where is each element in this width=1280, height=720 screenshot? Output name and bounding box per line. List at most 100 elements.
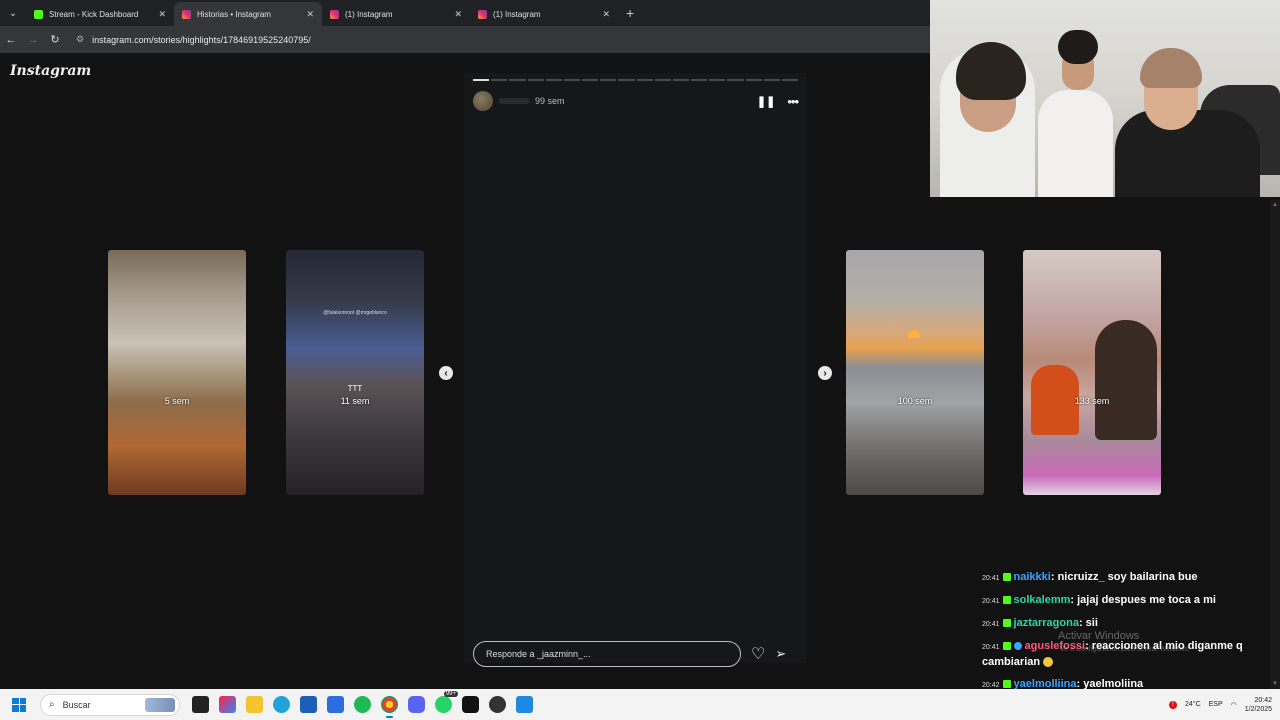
- chat-username[interactable]: solkalemm: [1014, 594, 1071, 606]
- chrome-icon[interactable]: [381, 696, 398, 718]
- pause-icon[interactable]: ❚❚: [757, 95, 775, 108]
- site-info-icon[interactable]: ⚙: [76, 34, 84, 45]
- url-text: instagram.com/stories/highlights/1784691…: [92, 34, 311, 45]
- progress-segment: [618, 79, 635, 81]
- store-icon[interactable]: [300, 696, 317, 713]
- tab-search-chevron-icon[interactable]: ⌄: [0, 0, 26, 26]
- tab-instagram-1[interactable]: (1) Instagram ✕: [322, 2, 470, 26]
- clock[interactable]: 20:42 1/2/2025: [1245, 696, 1272, 714]
- search-icon: ⌕: [49, 699, 55, 710]
- wifi-icon[interactable]: ◠: [1231, 701, 1237, 709]
- spotify-icon[interactable]: [354, 696, 371, 713]
- new-tab-button[interactable]: +: [626, 5, 634, 21]
- verified-badge-icon: [1013, 642, 1022, 651]
- chat-time: 20:41: [982, 644, 1000, 651]
- smile-emoji-icon: [1043, 657, 1054, 668]
- weather-alert-icon: !: [1168, 700, 1177, 709]
- system-tray: ! 24°C ESP ◠ 20:42 1/2/2025: [1168, 689, 1272, 720]
- chat-time: 20:41: [982, 575, 1000, 582]
- instagram-icon: [478, 9, 487, 19]
- app-icon[interactable]: [516, 696, 533, 713]
- progress-segment: [709, 79, 726, 81]
- story-time: 11 sem: [340, 396, 370, 406]
- kick-badge-icon: [1002, 680, 1011, 689]
- chat-time: 20:41: [982, 621, 1000, 628]
- close-icon[interactable]: ✕: [158, 9, 166, 20]
- hair-shape: [1140, 48, 1202, 88]
- send-icon[interactable]: ➢: [775, 646, 786, 662]
- sunset-shape: [908, 330, 920, 338]
- chat-message: 20:41 solkalemm: jajaj despues me toca a …: [982, 593, 1267, 609]
- url-field[interactable]: ⚙ instagram.com/stories/highlights/17846…: [70, 29, 922, 50]
- chat-message: 20:41 naikkki: nicruizz_ soy bailarina bu…: [982, 570, 1267, 586]
- language-indicator[interactable]: ESP: [1209, 701, 1223, 708]
- kick-badge-icon: [1002, 619, 1011, 628]
- windows-taskbar: ⌕ Buscar 99+ ! 24°C ESP ◠ 20:42 1/2/2025: [0, 689, 1280, 720]
- side-story-3[interactable]: 100 sem: [846, 250, 984, 495]
- tab-instagram-2[interactable]: (1) Instagram ✕: [470, 2, 618, 26]
- discord-icon[interactable]: [408, 696, 425, 713]
- chat-time: 20:42: [982, 682, 1000, 689]
- edge-icon[interactable]: [273, 696, 290, 713]
- weather-temp[interactable]: 24°C: [1185, 701, 1201, 708]
- progress-segment: [672, 79, 690, 81]
- taskbar-apps: 99+: [192, 691, 533, 718]
- chat-username[interactable]: naikkki: [1014, 571, 1051, 583]
- instagram-logo[interactable]: Instagram: [10, 63, 91, 79]
- page-scrollbar[interactable]: ▲ ▼: [1270, 200, 1280, 689]
- windows-start-icon[interactable]: [12, 697, 26, 712]
- chat-username[interactable]: jaztarragona: [1014, 617, 1079, 629]
- taskbar-search[interactable]: ⌕ Buscar: [40, 693, 180, 716]
- side-story-1[interactable]: 5 sem: [108, 250, 246, 495]
- copilot-icon[interactable]: [219, 696, 236, 713]
- scroll-up-icon[interactable]: ▲: [1272, 202, 1278, 208]
- instagram-icon: [330, 9, 339, 19]
- progress-segment: [691, 79, 708, 81]
- forward-icon[interactable]: →: [22, 34, 44, 46]
- next-story-button[interactable]: ›: [818, 366, 832, 380]
- scroll-down-icon[interactable]: ▼: [1272, 681, 1278, 687]
- chat-time: 20:41: [982, 598, 1000, 605]
- story-time: 5 sem: [164, 396, 190, 406]
- story-overlay-text: TTT: [347, 384, 363, 393]
- heart-icon[interactable]: ♡: [751, 644, 765, 664]
- close-icon[interactable]: ✕: [306, 9, 314, 20]
- reload-icon[interactable]: ↻: [44, 33, 66, 46]
- windows-activation-subtitle: Ve a Configuración para activar Windows.: [1060, 646, 1190, 653]
- tab-historias-instagram[interactable]: Historias • Instagram ✕: [174, 2, 322, 26]
- tab-label: Historias • Instagram: [197, 9, 271, 19]
- back-icon[interactable]: ←: [0, 34, 22, 46]
- progress-segment: [745, 79, 762, 81]
- tab-label: Stream - Kick Dashboard: [49, 9, 139, 19]
- previous-story-button[interactable]: ‹: [439, 366, 453, 380]
- reply-row: Responde a _jaazminn_... ♡ ➢: [473, 640, 803, 668]
- windows-activation-title: Activar Windows: [1058, 630, 1140, 642]
- progress-segment: [563, 79, 581, 81]
- obs-icon[interactable]: [489, 696, 506, 713]
- hair-shape: [1058, 30, 1098, 64]
- reply-input[interactable]: Responde a _jaazminn_...: [473, 641, 741, 667]
- clock-date: 1/2/2025: [1244, 705, 1272, 713]
- close-icon[interactable]: ✕: [602, 9, 610, 20]
- mail-icon[interactable]: [327, 696, 344, 713]
- more-options-icon[interactable]: •••: [787, 94, 799, 109]
- avatar[interactable]: [473, 91, 493, 111]
- chat-text: : jajaj despues me toca a mi: [1070, 594, 1216, 606]
- side-story-4[interactable]: 133 sem: [1023, 250, 1161, 495]
- side-story-2[interactable]: @falaisonroot @mrgeblanco TTT 11 sem: [286, 250, 424, 495]
- close-icon[interactable]: ✕: [454, 9, 462, 20]
- chat-text: : sii: [1078, 617, 1098, 629]
- progress-segment: [636, 79, 653, 81]
- file-explorer-icon[interactable]: [246, 696, 263, 713]
- whatsapp-icon[interactable]: 99+: [435, 691, 458, 713]
- progress-segment: [582, 79, 599, 81]
- instagram-icon: [182, 9, 191, 19]
- tab-kick-dashboard[interactable]: Stream - Kick Dashboard ✕: [26, 2, 174, 26]
- progress-segment: [527, 79, 544, 81]
- task-view-icon[interactable]: [192, 696, 209, 713]
- story-progress-bar: [473, 79, 799, 81]
- browser-tab-bar: ⌄ Stream - Kick Dashboard ✕ Historias • …: [0, 0, 930, 26]
- tiktok-icon[interactable]: [462, 696, 479, 713]
- kick-badge-icon: [1002, 642, 1011, 651]
- kick-badge-icon: [1002, 573, 1011, 582]
